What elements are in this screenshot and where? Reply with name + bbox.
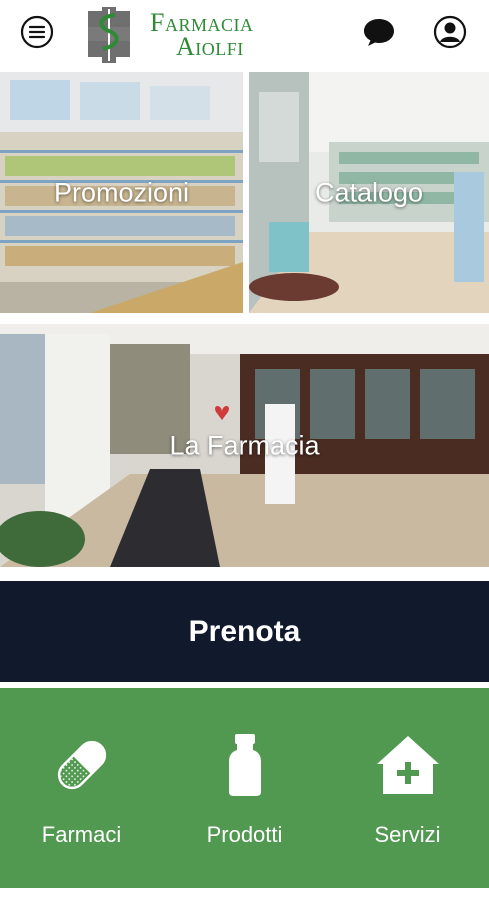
caduceus-logo-icon bbox=[88, 7, 130, 63]
catalogo-tile[interactable]: Catalogo bbox=[249, 72, 489, 313]
nav-item-prodotti[interactable]: Prodotti bbox=[163, 688, 326, 888]
user-account-icon bbox=[433, 15, 467, 49]
chat-button[interactable] bbox=[362, 15, 396, 49]
nav-label-farmaci: Farmaci bbox=[41, 822, 122, 847]
app-header: Farmacia Aiolfi bbox=[0, 0, 489, 72]
prenota-label: Prenota bbox=[188, 614, 301, 648]
user-account-button[interactable] bbox=[433, 15, 467, 49]
bottle-icon bbox=[228, 734, 261, 796]
nav-label-prodotti: Prodotti bbox=[206, 822, 283, 847]
nav-item-servizi[interactable]: Servizi bbox=[326, 688, 489, 888]
chat-bubble-icon bbox=[364, 19, 394, 46]
la-farmacia-tile[interactable]: La Farmacia bbox=[0, 324, 489, 567]
la-farmacia-label: La Farmacia bbox=[169, 430, 320, 460]
promozioni-tile[interactable]: Promozioni bbox=[0, 72, 243, 313]
farmacia-logo: Farmacia Aiolfi bbox=[88, 6, 253, 64]
house-cross-icon bbox=[376, 736, 439, 794]
pill-capsule-icon bbox=[57, 740, 106, 790]
nav-item-farmaci[interactable]: Farmaci bbox=[0, 688, 163, 888]
hamburger-menu-icon bbox=[20, 15, 54, 49]
bottom-navigation: Farmaci Prodotti Servizi bbox=[0, 688, 489, 888]
prenota-button[interactable]: Prenota bbox=[0, 581, 489, 682]
menu-button[interactable] bbox=[20, 15, 54, 49]
catalogo-label: Catalogo bbox=[314, 177, 424, 207]
promozioni-label: Promozioni bbox=[53, 177, 190, 207]
logo-title-line2: Aiolfi bbox=[176, 32, 244, 61]
nav-label-servizi: Servizi bbox=[374, 822, 441, 847]
